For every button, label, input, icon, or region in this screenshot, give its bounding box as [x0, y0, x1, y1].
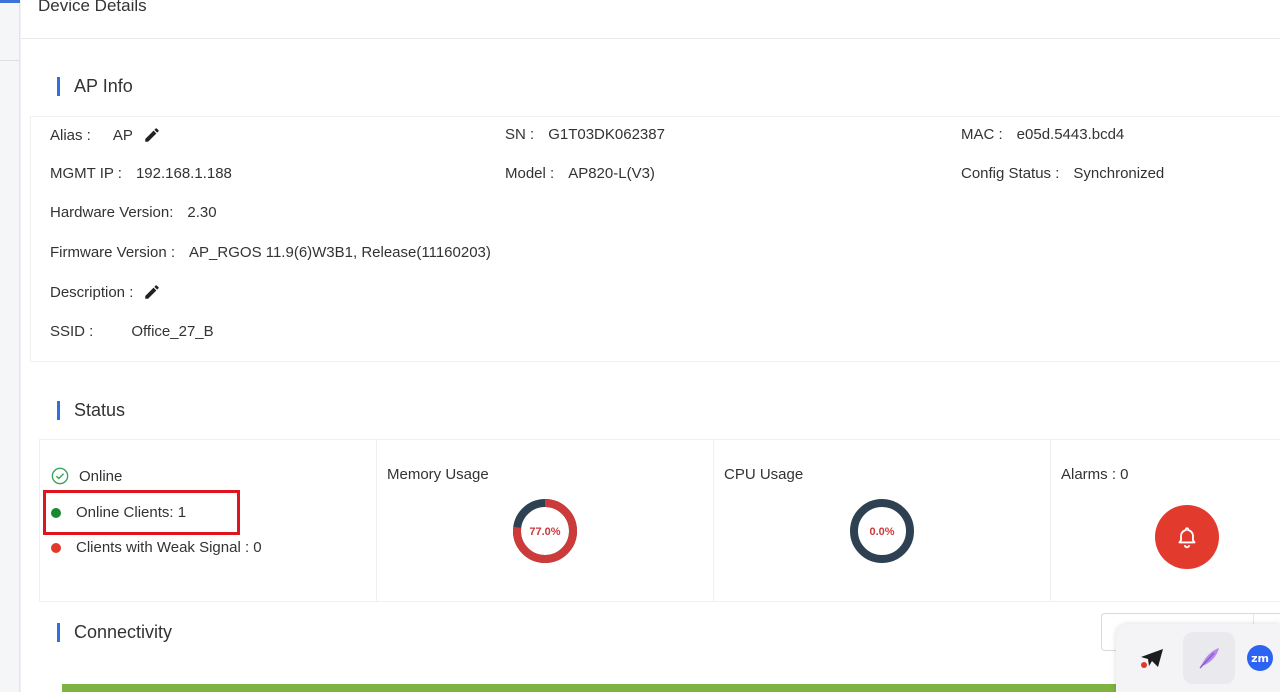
alias-field: Alias : AP: [50, 126, 161, 144]
connectivity-header: Connectivity: [57, 622, 172, 643]
section-accent-bar: [57, 77, 60, 96]
sn-field: SN : G1T03DK062387: [505, 126, 665, 143]
status-summary-card: Online Online Clients: 1 Clients with We…: [40, 440, 377, 601]
config-status-label: Config Status :: [961, 165, 1060, 182]
ap-info-header: AP Info: [57, 76, 133, 97]
feather-app-button[interactable]: [1183, 632, 1235, 684]
firmware-version-field: Firmware Version : AP_RGOS 11.9(6)W3B1, …: [50, 244, 491, 261]
feather-icon: [1199, 648, 1219, 669]
bell-icon: [1178, 527, 1196, 549]
ap-info-panel: [30, 116, 1280, 362]
cpu-usage-title: CPU Usage: [724, 466, 804, 483]
telegram-button[interactable]: [1126, 632, 1178, 684]
cpu-usage-card: CPU Usage 0.0%: [714, 440, 1051, 601]
hardware-version-value: 2.30: [187, 204, 217, 221]
hardware-version-label: Hardware Version:: [50, 204, 174, 221]
connectivity-status-bar: [62, 684, 1122, 692]
memory-usage-value: 77.0%: [529, 526, 560, 538]
red-dot-icon: [51, 542, 61, 553]
sn-value: G1T03DK062387: [548, 126, 665, 143]
firmware-version-label: Firmware Version :: [50, 244, 176, 261]
section-accent-bar: [57, 623, 60, 642]
ap-info-title: AP Info: [74, 76, 133, 96]
mac-value: e05d.5443.bcd4: [1016, 126, 1125, 143]
model-value: AP820-L(V3): [568, 165, 655, 182]
ssid-value: Office_27_B: [131, 323, 214, 340]
status-title: Status: [74, 400, 126, 420]
alias-value: AP: [112, 126, 133, 144]
alarms-title: Alarms : 0: [1061, 466, 1129, 483]
mgmt-ip-label: MGMT IP :: [50, 165, 122, 182]
background-divider: [0, 60, 20, 61]
background-accent-line: [0, 0, 20, 3]
config-status-field: Config Status : Synchronized: [961, 165, 1164, 182]
config-status-value: Synchronized: [1073, 165, 1165, 182]
mac-field: MAC : e05d.5443.bcd4: [961, 126, 1124, 143]
status-panel: Online Online Clients: 1 Clients with We…: [39, 439, 1280, 602]
online-status-row: Online: [51, 467, 122, 485]
ssid-label: SSID :: [50, 323, 94, 340]
alarm-button[interactable]: [1155, 505, 1219, 569]
memory-usage-donut: 77.0%: [513, 499, 577, 563]
title-divider: [21, 38, 1280, 39]
weak-signal-text[interactable]: Clients with Weak Signal : 0: [76, 539, 262, 556]
status-header: Status: [57, 400, 125, 421]
description-field: Description :: [50, 283, 161, 301]
cpu-usage-donut: 0.0%: [850, 499, 914, 563]
ssid-field: SSID : Office_27_B: [50, 323, 214, 340]
device-details-drawer: Device Details AP Info Alias : AP SN : G…: [21, 0, 1280, 692]
model-field: Model : AP820-L(V3): [505, 165, 655, 182]
mgmt-ip-value: 192.168.1.188: [135, 165, 232, 182]
edit-description-icon[interactable]: [143, 283, 161, 301]
description-label: Description :: [50, 283, 134, 301]
section-accent-bar: [57, 401, 60, 420]
model-label: Model :: [505, 165, 555, 182]
drawer-title: Device Details: [38, 0, 147, 15]
annotation-highlight-box: [43, 490, 240, 535]
weak-signal-row[interactable]: Clients with Weak Signal : 0: [51, 539, 262, 556]
edit-alias-icon[interactable]: [143, 126, 161, 144]
zoom-app-button[interactable]: zm: [1240, 632, 1280, 684]
memory-usage-card: Memory Usage 77.0%: [377, 440, 714, 601]
floating-app-tray: zm: [1116, 624, 1280, 692]
memory-usage-title: Memory Usage: [387, 466, 489, 483]
alarms-card: Alarms : 0: [1051, 440, 1280, 601]
sn-label: SN :: [505, 126, 535, 143]
alias-label: Alias :: [50, 126, 91, 144]
paper-plane-icon: [1141, 649, 1163, 668]
zoom-badge: zm: [1247, 645, 1273, 671]
hardware-version-field: Hardware Version: 2.30: [50, 204, 217, 221]
firmware-version-value: AP_RGOS 11.9(6)W3B1, Release(11160203): [189, 244, 491, 261]
cpu-usage-value: 0.0%: [869, 526, 894, 538]
connectivity-title: Connectivity: [74, 622, 173, 642]
check-circle-icon: [51, 467, 69, 485]
mgmt-ip-field: MGMT IP : 192.168.1.188: [50, 165, 232, 182]
online-status-text: Online: [79, 467, 123, 485]
background-page: [0, 0, 20, 692]
mac-label: MAC :: [961, 126, 1003, 143]
